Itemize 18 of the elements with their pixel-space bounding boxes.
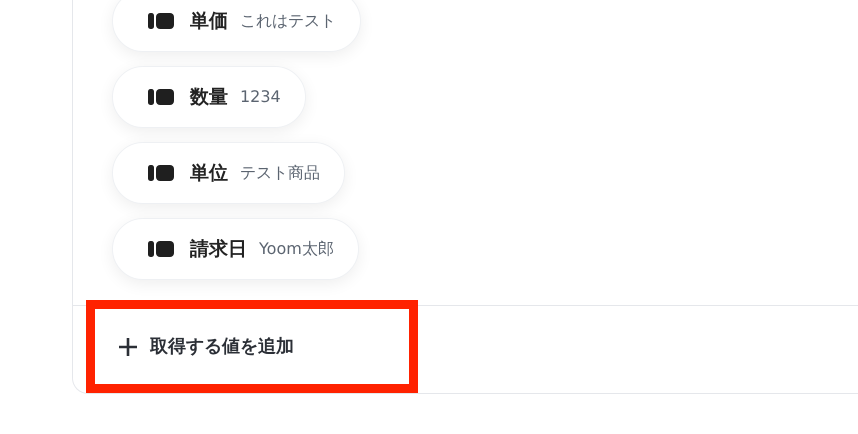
add-value-button[interactable]: 取得する値を追加: [95, 326, 304, 366]
field-chip[interactable]: 請求日 Yoom太郎: [112, 218, 359, 280]
field-label: 単価: [190, 8, 228, 34]
field-chip[interactable]: 単価 これはテスト: [112, 0, 361, 52]
field-value: テスト商品: [240, 162, 320, 184]
field-value: Yoom太郎: [259, 238, 334, 260]
field-value: 1234: [240, 86, 281, 108]
plus-icon: [118, 336, 138, 356]
field-label: 数量: [190, 84, 228, 110]
field-chip[interactable]: 単位 テスト商品: [112, 142, 345, 204]
field-chip[interactable]: 数量 1234: [112, 66, 306, 128]
field-icon: [148, 164, 174, 182]
field-icon: [148, 240, 174, 258]
field-icon: [148, 12, 174, 30]
field-label: 単位: [190, 160, 228, 186]
field-value: これはテスト: [240, 10, 336, 32]
field-icon: [148, 88, 174, 106]
field-label: 請求日: [190, 236, 247, 262]
